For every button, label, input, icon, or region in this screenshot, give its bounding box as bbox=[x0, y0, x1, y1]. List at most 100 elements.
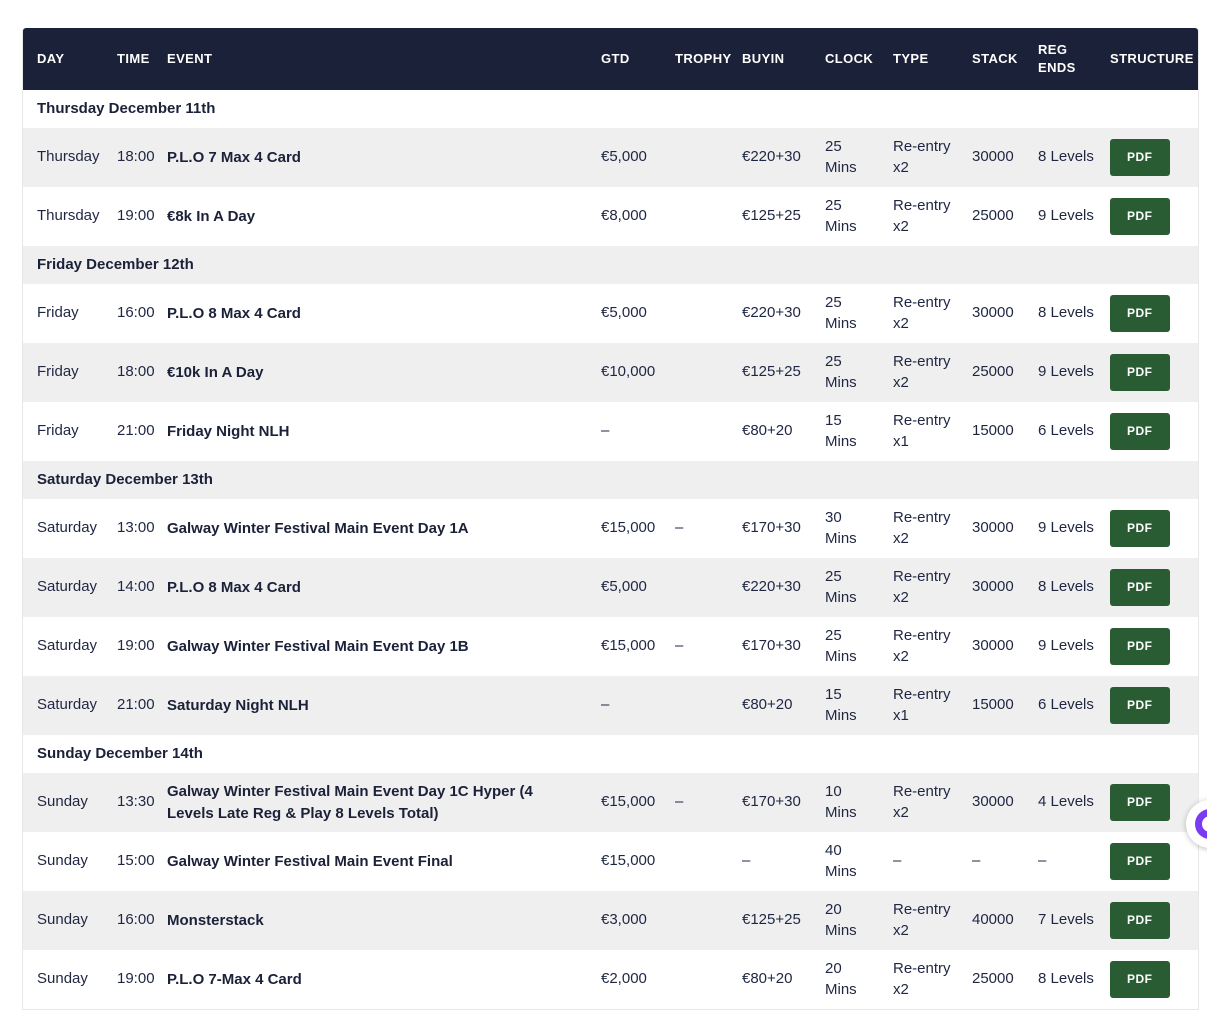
pdf-button[interactable]: PDF bbox=[1110, 687, 1170, 724]
table-row: Saturday 19:00 Galway Winter Festival Ma… bbox=[23, 617, 1198, 676]
table-row: Sunday 15:00 Galway Winter Festival Main… bbox=[23, 832, 1198, 891]
cell-reg-ends: 7 Levels bbox=[1038, 911, 1094, 929]
cell-day: Friday bbox=[37, 363, 79, 381]
cell-reg-ends: 6 Levels bbox=[1038, 422, 1094, 440]
cell-event: €8k In A Day bbox=[167, 207, 256, 225]
cell-time: 16:00 bbox=[117, 911, 155, 929]
cell-clock: 15 Mins bbox=[825, 686, 857, 724]
cell-gtd: €5,000 bbox=[601, 578, 647, 596]
pdf-button[interactable]: PDF bbox=[1110, 902, 1170, 939]
cell-clock: 40 Mins bbox=[825, 842, 857, 880]
cell-day: Thursday bbox=[37, 207, 100, 225]
cell-buyin: €125+25 bbox=[742, 363, 801, 381]
cell-stack: 25000 bbox=[972, 970, 1014, 988]
cell-trophy bbox=[661, 558, 728, 617]
cell-stack: 15000 bbox=[972, 696, 1014, 714]
table-row: Thursday 18:00 P.L.O 7 Max 4 Card €5,000… bbox=[23, 128, 1198, 187]
cell-structure: PDF bbox=[1096, 558, 1198, 617]
column-header-day: DAY bbox=[23, 28, 103, 90]
cell-day: Saturday bbox=[37, 696, 98, 714]
cell-structure: PDF bbox=[1096, 499, 1198, 558]
table-row: Sunday 16:00 Monsterstack €3,000 €125+25… bbox=[23, 891, 1198, 950]
cell-structure: PDF bbox=[1096, 832, 1198, 891]
cell-time: 21:00 bbox=[117, 696, 155, 714]
cell-buyin: €80+20 bbox=[742, 422, 793, 440]
cell-time: 14:00 bbox=[117, 578, 155, 596]
section-title: Friday December 12th bbox=[37, 255, 194, 273]
cell-event: P.L.O 8 Max 4 Card bbox=[167, 578, 301, 596]
cell-structure: PDF bbox=[1096, 343, 1198, 402]
cell-stack: 30000 bbox=[972, 578, 1014, 596]
cell-trophy bbox=[661, 832, 728, 891]
cell-buyin: €125+25 bbox=[742, 207, 801, 225]
cell-trophy bbox=[661, 891, 728, 950]
cell-gtd: €3,000 bbox=[601, 911, 647, 929]
header-row: DAY TIME EVENT GTD TROPHY BUYIN CLOCK TY… bbox=[23, 28, 1198, 90]
pdf-button[interactable]: PDF bbox=[1110, 295, 1170, 332]
cell-trophy: – bbox=[675, 519, 684, 537]
cell-trophy bbox=[661, 187, 728, 246]
pdf-button[interactable]: PDF bbox=[1110, 784, 1170, 821]
cell-clock: 20 Mins bbox=[825, 960, 857, 998]
cell-structure: PDF bbox=[1096, 950, 1198, 1009]
cell-structure: PDF bbox=[1096, 617, 1198, 676]
cell-type: Re-entry x2 bbox=[893, 627, 951, 665]
column-header-reg-ends: REG ENDS bbox=[1024, 28, 1096, 90]
cell-gtd: €5,000 bbox=[601, 304, 647, 322]
cell-buyin: €170+30 bbox=[742, 793, 801, 811]
cell-reg-ends: 8 Levels bbox=[1038, 148, 1094, 166]
column-header-gtd: GTD bbox=[587, 28, 661, 90]
pdf-button[interactable]: PDF bbox=[1110, 628, 1170, 665]
table-row: Friday 16:00 P.L.O 8 Max 4 Card €5,000 €… bbox=[23, 284, 1198, 343]
cell-type: Re-entry x2 bbox=[893, 138, 951, 176]
cell-event: Galway Winter Festival Main Event Day 1B bbox=[167, 637, 469, 655]
table-row: Sunday 19:00 P.L.O 7-Max 4 Card €2,000 €… bbox=[23, 950, 1198, 1009]
pdf-button[interactable]: PDF bbox=[1110, 569, 1170, 606]
cell-structure: PDF bbox=[1096, 773, 1198, 832]
cell-event: Friday Night NLH bbox=[167, 422, 290, 440]
cell-clock: 25 Mins bbox=[825, 627, 857, 665]
cell-stack: 30000 bbox=[972, 148, 1014, 166]
cell-stack: 30000 bbox=[972, 304, 1014, 322]
table-row: Friday 21:00 Friday Night NLH – €80+20 1… bbox=[23, 402, 1198, 461]
pdf-button[interactable]: PDF bbox=[1110, 354, 1170, 391]
section-header-row: Thursday December 11th bbox=[23, 90, 1198, 128]
cell-day: Sunday bbox=[37, 852, 88, 870]
cell-time: 19:00 bbox=[117, 970, 155, 988]
pdf-button[interactable]: PDF bbox=[1110, 198, 1170, 235]
cell-event: Galway Winter Festival Main Event Day 1C… bbox=[167, 782, 533, 822]
cell-trophy: – bbox=[675, 793, 684, 811]
pdf-button[interactable]: PDF bbox=[1110, 843, 1170, 880]
cell-buyin: €125+25 bbox=[742, 911, 801, 929]
pdf-button[interactable]: PDF bbox=[1110, 139, 1170, 176]
cell-stack: 25000 bbox=[972, 207, 1014, 225]
cell-buyin: €80+20 bbox=[742, 970, 793, 988]
cell-buyin: €80+20 bbox=[742, 696, 793, 714]
pdf-button[interactable]: PDF bbox=[1110, 961, 1170, 998]
cell-trophy bbox=[661, 676, 728, 735]
pdf-button[interactable]: PDF bbox=[1110, 510, 1170, 547]
cell-buyin: – bbox=[742, 852, 751, 870]
cell-reg-ends: 8 Levels bbox=[1038, 970, 1094, 988]
cell-type: Re-entry x2 bbox=[893, 197, 951, 235]
cell-gtd: €8,000 bbox=[601, 207, 647, 225]
cell-reg-ends: 9 Levels bbox=[1038, 637, 1094, 655]
cell-day: Sunday bbox=[37, 793, 88, 811]
cell-day: Sunday bbox=[37, 970, 88, 988]
column-header-type: TYPE bbox=[879, 28, 958, 90]
cell-day: Friday bbox=[37, 422, 79, 440]
cell-time: 19:00 bbox=[117, 637, 155, 655]
column-header-trophy: TROPHY bbox=[661, 28, 731, 90]
cell-trophy bbox=[661, 284, 728, 343]
table-row: Saturday 21:00 Saturday Night NLH – €80+… bbox=[23, 676, 1198, 735]
section-title: Sunday December 14th bbox=[37, 744, 203, 762]
pdf-button[interactable]: PDF bbox=[1110, 413, 1170, 450]
cell-type: Re-entry x2 bbox=[893, 960, 951, 998]
cell-stack: 30000 bbox=[972, 637, 1014, 655]
cell-type: – bbox=[893, 852, 902, 870]
cell-stack: 15000 bbox=[972, 422, 1014, 440]
cell-time: 21:00 bbox=[117, 422, 155, 440]
cell-stack: 30000 bbox=[972, 519, 1014, 537]
cell-clock: 25 Mins bbox=[825, 138, 857, 176]
cell-clock: 25 Mins bbox=[825, 353, 857, 391]
